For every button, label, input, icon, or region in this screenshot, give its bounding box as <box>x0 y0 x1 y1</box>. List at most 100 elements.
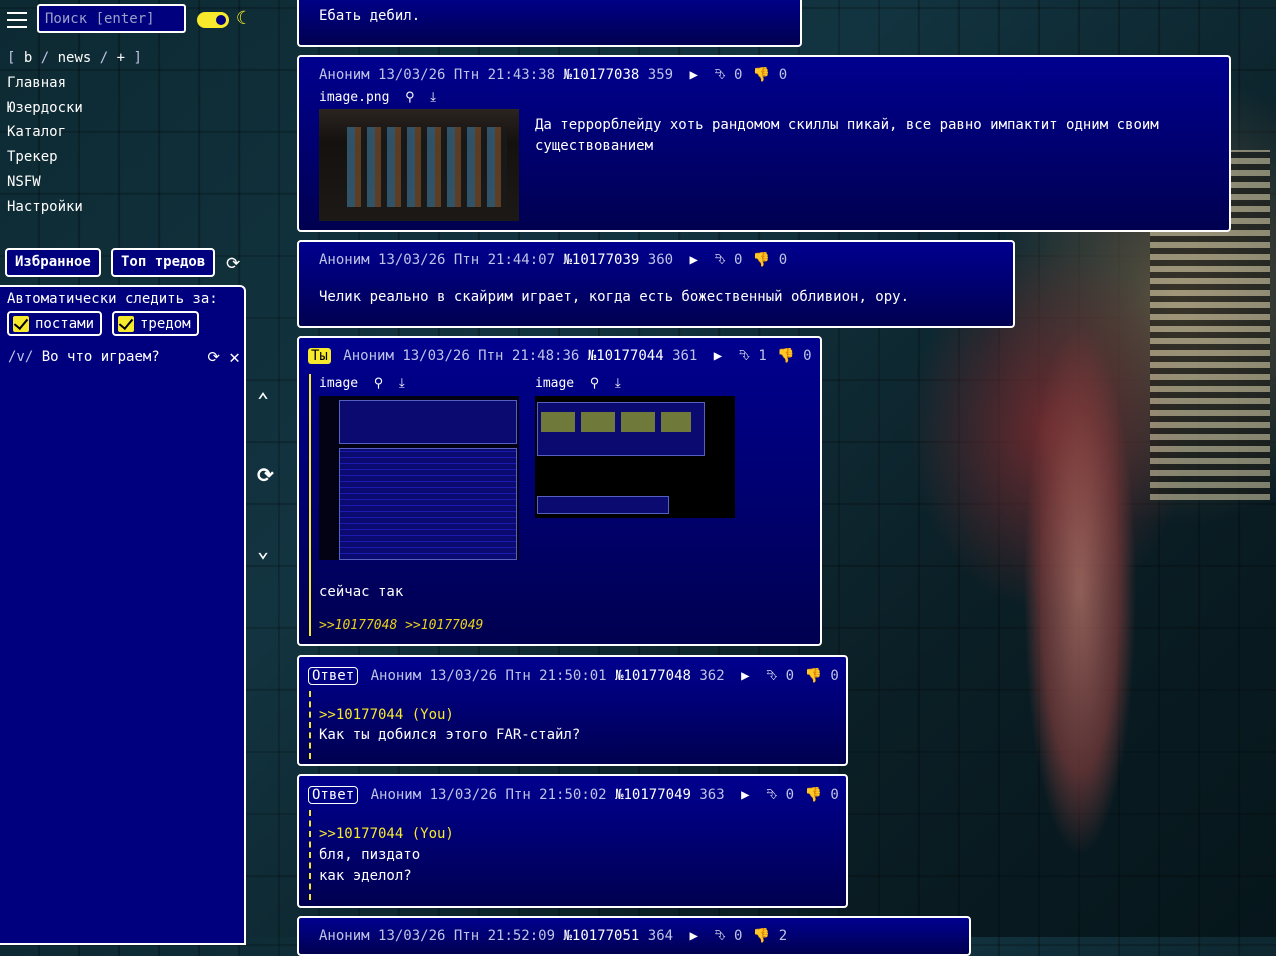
menu-icon[interactable] <box>7 12 27 28</box>
check-icon <box>118 315 134 332</box>
download-icon[interactable]: ⤓ <box>391 376 405 391</box>
post-number[interactable]: №10177044 <box>588 348 664 364</box>
post-quote[interactable]: >>10177044 (You) <box>319 705 454 726</box>
dislike-count: 0 <box>830 787 839 803</box>
post-meta: Аноним 13/03/26 Птн 21:52:09 №10177051 3… <box>319 928 787 944</box>
background-figure <box>980 230 1180 937</box>
post-author: Аноним <box>319 928 370 944</box>
play-icon[interactable]: ▶ <box>690 252 698 268</box>
post-number[interactable]: №10177039 <box>563 252 639 268</box>
play-icon[interactable]: ▶ <box>690 67 698 83</box>
like-count: 0 <box>785 787 795 803</box>
dislike-count: 0 <box>778 67 788 83</box>
dislike-count: 2 <box>778 928 788 944</box>
post: Ответ Аноним 13/03/26 Птн 21:50:02 №1017… <box>297 774 848 908</box>
post-author: Аноним <box>319 67 370 83</box>
check-icon <box>13 315 29 332</box>
refresh-icon[interactable]: ⟳ <box>207 348 220 366</box>
play-icon[interactable]: ▶ <box>714 348 722 364</box>
chevron-up-icon[interactable]: ⌃ <box>257 388 269 412</box>
board-link-plus[interactable]: + <box>117 50 125 66</box>
theme-toggle[interactable] <box>197 12 229 28</box>
post-image[interactable] <box>319 396 519 560</box>
dislike-icon[interactable]: 👎 <box>753 928 770 944</box>
download-icon[interactable]: ⤓ <box>607 376 621 391</box>
lightning-icon[interactable]: ⮷ <box>766 668 777 684</box>
post-meta: Аноним 13/03/26 Птн 21:44:07 №10177039 3… <box>319 252 787 268</box>
checkbox-thread[interactable]: тредом <box>112 311 199 336</box>
play-icon[interactable]: ▶ <box>690 928 698 944</box>
nav-nsfw[interactable]: NSFW <box>7 170 142 195</box>
dislike-icon[interactable]: 👎 <box>753 67 770 83</box>
like-count: 0 <box>734 67 743 83</box>
chevron-down-icon[interactable]: ⌄ <box>257 538 269 562</box>
nav-tracker[interactable]: Трекер <box>7 145 142 170</box>
file-name: image ⚲ ⤓ <box>535 376 621 391</box>
dislike-icon[interactable]: 👎 <box>753 252 770 268</box>
download-icon[interactable]: ⤓ <box>422 90 436 105</box>
lightning-icon[interactable]: ⮷ <box>714 67 725 83</box>
autowatch-label: Автоматически следить за: <box>7 291 218 307</box>
tab-favorites[interactable]: Избранное <box>5 248 101 277</box>
post-text: Как ты добился этого FAR-стайл? <box>319 727 581 743</box>
lightning-icon[interactable]: ⮷ <box>766 787 777 803</box>
search-icon[interactable]: ⚲ <box>366 376 384 391</box>
nav-settings[interactable]: Настройки <box>7 195 142 220</box>
refresh-icon[interactable]: ⟳ <box>226 254 240 274</box>
watched-thread-title[interactable]: Во что играем? <box>42 349 160 365</box>
lightning-icon[interactable]: ⮷ <box>714 252 725 268</box>
post-quote[interactable]: >>10177044 (You) <box>319 824 454 845</box>
board-link-news[interactable]: news <box>58 50 92 66</box>
nav-home[interactable]: Главная <box>7 71 142 96</box>
post: Аноним 13/03/26 Птн 21:43:38 №10177038 3… <box>297 55 1231 232</box>
post-number[interactable]: №10177049 <box>615 787 691 803</box>
search-icon[interactable]: ⚲ <box>397 90 415 105</box>
post-text: бля, пиздато <box>319 847 421 863</box>
play-icon[interactable]: ▶ <box>741 787 749 803</box>
board-links: [ b / news / + ] <box>7 50 142 66</box>
lightning-icon[interactable]: ⮷ <box>714 928 725 944</box>
post-image[interactable] <box>319 109 519 221</box>
post-meta: Аноним 13/03/26 Птн 21:43:38 №10177038 3… <box>319 67 787 83</box>
dislike-count: 0 <box>830 668 839 684</box>
close-icon[interactable]: ✕ <box>229 347 240 368</box>
you-post-marker <box>309 374 311 636</box>
search-input[interactable] <box>37 4 186 33</box>
post-meta: Ответ Аноним 13/03/26 Птн 21:50:01 №1017… <box>308 667 839 685</box>
post-text: сейчас так <box>319 584 404 600</box>
dislike-icon[interactable]: 👎 <box>804 787 821 803</box>
top-bar: ☾ <box>0 0 296 40</box>
dislike-count: 0 <box>778 252 788 268</box>
post-number[interactable]: №10177038 <box>563 67 639 83</box>
you-badge: Ты <box>308 348 331 364</box>
post-author: Аноним <box>319 252 370 268</box>
file-name: image.png ⚲ ⤓ <box>319 90 437 105</box>
post-date: 13/03/26 Птн 21:50:02 <box>429 787 607 803</box>
post-index: 361 <box>672 348 698 364</box>
watched-thread[interactable]: /v/ Во что играем? ⟳ ✕ <box>8 347 240 368</box>
dislike-icon[interactable]: 👎 <box>804 668 821 684</box>
lightning-icon[interactable]: ⮷ <box>739 348 750 364</box>
post-image[interactable] <box>535 396 735 518</box>
post-date: 13/03/26 Птн 21:44:07 <box>378 252 556 268</box>
checkbox-posts[interactable]: постами <box>7 311 103 336</box>
favorites-panel: Автоматически следить за: постами тредом… <box>0 285 246 945</box>
post: Ответ Аноним 13/03/26 Птн 21:50:01 №1017… <box>297 655 848 766</box>
dislike-icon[interactable]: 👎 <box>777 348 794 364</box>
nav-catalog[interactable]: Каталог <box>7 120 142 145</box>
post-text: Челик реально в скайрим играет, когда ес… <box>319 289 910 305</box>
play-icon[interactable]: ▶ <box>741 668 749 684</box>
reply-links[interactable]: >>10177048 >>10177049 <box>319 618 483 633</box>
post: Аноним 13/03/26 Птн 21:44:07 №10177039 3… <box>297 240 1015 328</box>
refresh-icon[interactable]: ⟳ <box>257 463 274 487</box>
post: Ебать дебил. <box>297 0 802 47</box>
search-icon[interactable]: ⚲ <box>582 376 600 391</box>
board-link-b[interactable]: b <box>24 50 32 66</box>
tab-top-threads[interactable]: Топ тредов <box>111 248 216 277</box>
post-number[interactable]: №10177051 <box>563 928 639 944</box>
post-number[interactable]: №10177048 <box>615 668 691 684</box>
post-date: 13/03/26 Птн 21:43:38 <box>378 67 556 83</box>
like-count: 0 <box>734 252 743 268</box>
nav-userboards[interactable]: Юзердоски <box>7 96 142 121</box>
post-index: 362 <box>699 668 725 684</box>
